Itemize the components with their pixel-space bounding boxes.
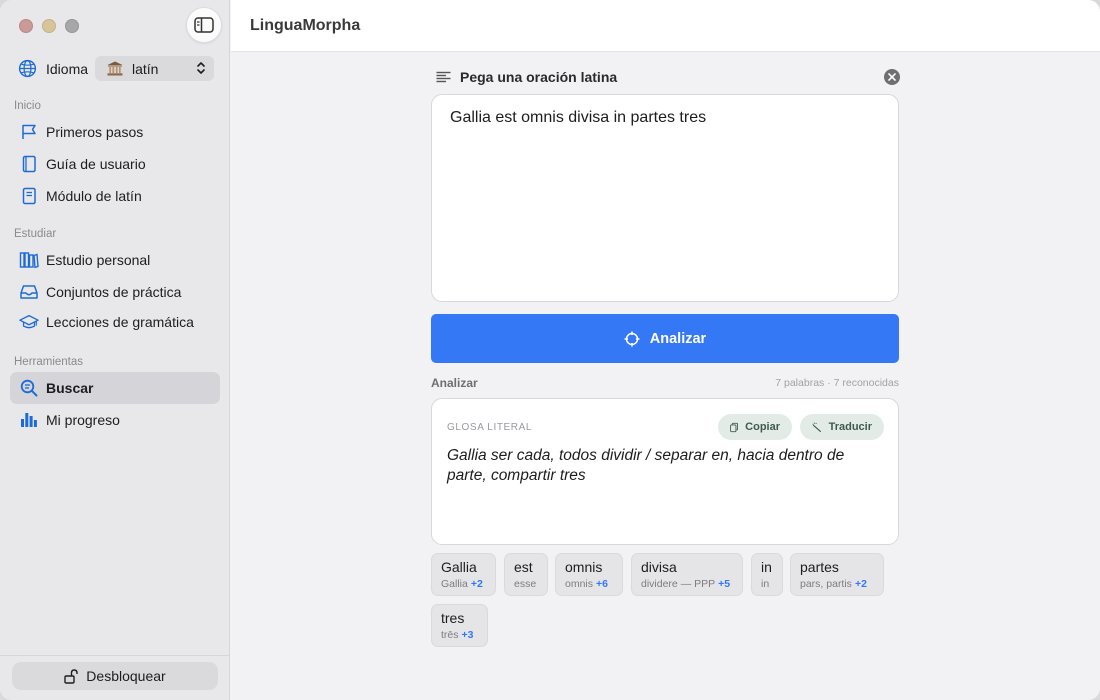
close-window-button[interactable] (19, 19, 33, 33)
sidebar-item-label: Módulo de latín (46, 188, 142, 204)
sidebar-item-conjuntos-practica[interactable]: Conjuntos de práctica (10, 276, 220, 308)
unlock-label: Desbloquear (86, 668, 166, 684)
sidebar-item-label: Lecciones de gramática (46, 314, 194, 330)
token-word: est (514, 559, 533, 575)
sidebar-icon (194, 17, 214, 33)
temple-icon (107, 61, 123, 76)
zoom-window-button[interactable] (65, 19, 79, 33)
token-word: divisa (641, 559, 677, 575)
copy-icon (730, 422, 739, 432)
input-header-title: Pega una oración latina (460, 69, 618, 85)
sidebar-divider (0, 655, 230, 656)
sidebar-item-label: Estudio personal (46, 252, 151, 268)
sidebar-item-estudio-personal[interactable]: Estudio personal (10, 244, 220, 276)
sidebar-item-modulo-latin[interactable]: Módulo de latín (10, 180, 220, 212)
token-word: tres (441, 610, 465, 626)
token-chip[interactable]: Gallia Gallia +2 (431, 553, 496, 596)
book-closed-icon (22, 187, 36, 205)
token-lemma: in (761, 578, 770, 590)
copy-button[interactable]: Copiar (718, 414, 792, 440)
unlock-button[interactable]: Desbloquear (12, 662, 218, 690)
translate-button[interactable]: Traducir (800, 414, 884, 440)
flag-icon (22, 124, 36, 139)
main-content: LinguaMorpha Pega una oración latina Gal… (231, 0, 1100, 700)
sidebar-item-label: Buscar (46, 380, 94, 396)
sidebar-item-label: Conjuntos de práctica (46, 284, 182, 300)
magic-wand-icon (812, 422, 821, 432)
sidebar-toggle-button[interactable] (186, 7, 222, 43)
token-chip[interactable]: est esse (504, 553, 548, 596)
result-section-label: Analizar (431, 376, 478, 390)
token-chip[interactable]: omnis omnis +6 (555, 553, 623, 596)
sidebar-item-label: Mi progreso (46, 412, 120, 428)
gloss-text: Gallia ser cada, todos dividir / separar… (447, 447, 845, 484)
section-label-estudiar: Estudiar (14, 228, 57, 240)
sidebar-item-label: Primeros pasos (46, 124, 144, 140)
unlock-icon (64, 668, 78, 684)
tray-icon (20, 285, 38, 299)
sidebar: Idioma latín Inicio Primeros pasos Guía … (0, 0, 230, 700)
gloss-title: GLOSA LITERAL (447, 422, 533, 433)
token-more-count: +2 (470, 578, 483, 590)
crosshair-icon (624, 331, 640, 346)
token-lemma: pars, partis (800, 578, 852, 590)
app-title: LinguaMorpha (250, 17, 361, 34)
language-label: Idioma (46, 60, 89, 77)
bar-chart-icon (21, 413, 37, 427)
analyze-button[interactable]: Analizar (431, 314, 899, 363)
token-chip[interactable]: partes pars, partis +2 (790, 553, 884, 596)
search-text-icon (20, 379, 38, 397)
copy-label: Copiar (745, 421, 780, 433)
token-lemma: esse (514, 578, 537, 590)
app-window: Idioma latín Inicio Primeros pasos Guía … (0, 0, 1100, 700)
token-word: Gallia (441, 559, 477, 575)
translate-label: Traducir (828, 421, 872, 433)
window-controls (19, 19, 79, 33)
book-icon (22, 155, 36, 173)
books-icon (19, 252, 39, 269)
sidebar-item-label: Guía de usuario (46, 156, 146, 172)
token-word: omnis (565, 559, 603, 575)
close-icon (888, 73, 896, 81)
titlebar: LinguaMorpha (231, 0, 1100, 52)
token-chip[interactable]: in in (751, 553, 783, 596)
token-more-count: +2 (854, 578, 867, 590)
language-row: Idioma latín (18, 56, 214, 81)
token-chip[interactable]: divisa dividere — PPP +5 (631, 553, 743, 596)
token-more-count: +6 (596, 578, 608, 590)
minimize-window-button[interactable] (42, 19, 56, 33)
token-more-count: +5 (718, 578, 731, 590)
token-lemma: dividere — PPP (641, 578, 716, 590)
graduation-cap-icon (19, 314, 39, 329)
language-value: latín (132, 60, 159, 77)
token-lemma: Gallia (441, 578, 468, 590)
word-count: 7 palabras · 7 reconocidas (775, 377, 899, 389)
sentence-input[interactable]: Gallia est omnis divisa in partes tres (431, 94, 899, 302)
globe-icon (18, 59, 37, 78)
token-word: partes (800, 559, 839, 575)
language-select[interactable]: latín (95, 56, 214, 81)
sidebar-item-primeros-pasos[interactable]: Primeros pasos (10, 116, 220, 148)
token-lemma: trēs (441, 629, 459, 641)
sidebar-item-guia-usuario[interactable]: Guía de usuario (10, 148, 220, 180)
sidebar-item-buscar[interactable]: Buscar (10, 372, 220, 404)
chevron-up-down-icon (197, 62, 205, 74)
token-chip[interactable]: tres trēs +3 (431, 604, 488, 647)
section-label-inicio: Inicio (14, 100, 41, 112)
sidebar-item-lecciones-gramatica[interactable]: Lecciones de gramática (10, 306, 220, 338)
sidebar-item-mi-progreso[interactable]: Mi progreso (10, 404, 220, 436)
token-lemma: omnis (565, 578, 594, 590)
token-word: in (761, 559, 772, 575)
section-label-herramientas: Herramientas (14, 356, 84, 368)
text-lines-icon (436, 71, 451, 83)
gloss-card: GLOSA LITERAL Copiar Traducir Gallia ser… (431, 398, 899, 545)
analyze-button-label: Analizar (649, 330, 707, 347)
input-header: Pega una oración latina (436, 67, 900, 87)
token-more-count: +3 (461, 629, 474, 641)
clear-input-button[interactable] (884, 69, 900, 85)
